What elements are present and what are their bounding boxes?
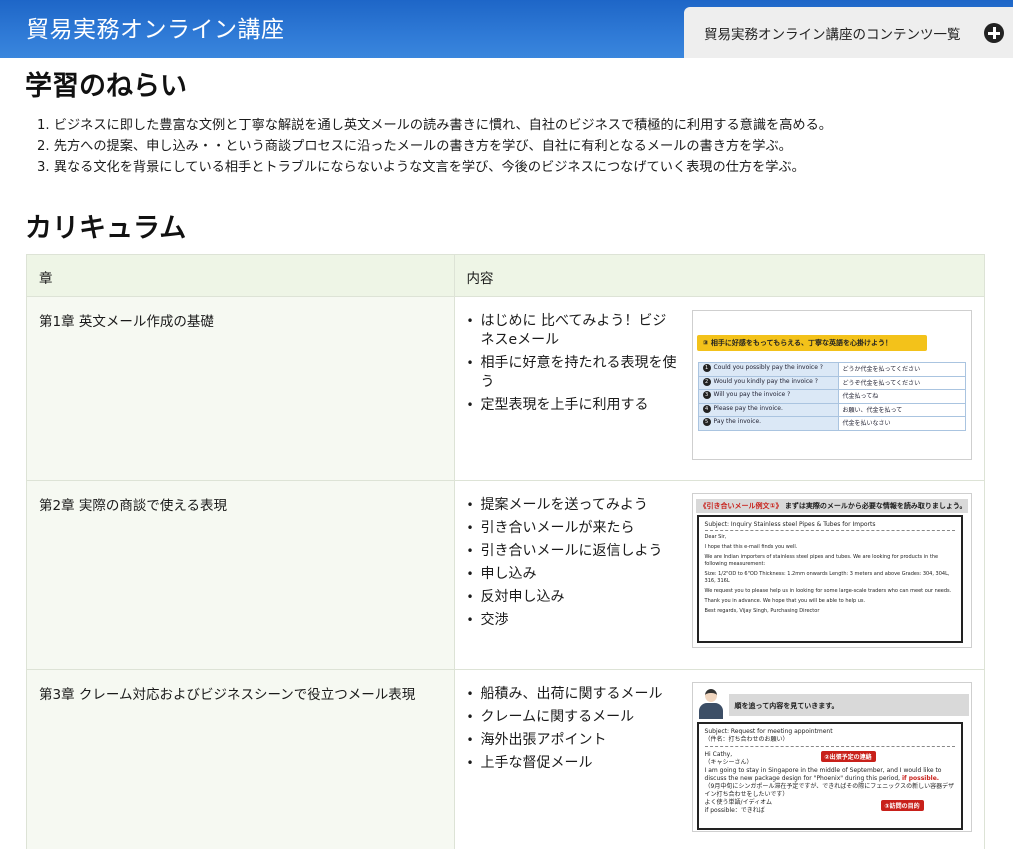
instructor-avatar bbox=[697, 687, 725, 719]
annotation-tag: ②出張予定の連絡 bbox=[820, 751, 876, 762]
chapter-preview-image: ③ 相手に好感をもってもらえる、丁寧な英語を心掛けよう！ 1 Could you … bbox=[691, 310, 972, 460]
preview-row: 2 Would you kindly pay the invoice ? どうぞ代… bbox=[697, 375, 966, 391]
chapter-title: 第2章 実際の商談で使える表現 bbox=[26, 480, 455, 670]
topic-item: 反対申し込み bbox=[467, 588, 679, 607]
phrase-jp: どうか代金を払ってください bbox=[837, 362, 966, 377]
curriculum-heading: カリキュラム bbox=[25, 213, 187, 244]
topic-item: 引き合いメールに返信しよう bbox=[467, 542, 679, 561]
number-badge: 1 bbox=[702, 364, 711, 372]
preview-heading: 順を追って内容を見ていきます。 bbox=[728, 694, 969, 716]
topic-item: クレームに関するメール bbox=[467, 708, 679, 727]
chapter-title: 第1章 英文メール作成の基礎 bbox=[26, 296, 455, 481]
email-line: We are Indian importers of stainless ste… bbox=[704, 554, 939, 567]
number-badge: 3 bbox=[702, 391, 711, 400]
phrase-en: Would you kindly pay the invoice ? bbox=[713, 377, 818, 385]
chapter-preview-image: 《引き合いメール例文①》 まずは実際のメールから必要な情報を読み取りましょう。 … bbox=[691, 493, 972, 648]
topic-item: 引き合いメールが来たら bbox=[467, 519, 679, 538]
aim-item: 1. ビジネスに即した豊富な文例と丁寧な解説を通し英文メールの読み書きに慣れ、自… bbox=[37, 118, 832, 133]
chapter-content: はじめに 比べてみよう！ビジネスeメール 相手に好意を持たれる表現を使う 定型表… bbox=[453, 296, 986, 481]
email-line: We request you to please help us in look… bbox=[704, 588, 952, 594]
email-line: I hope that this e-mail finds you well. bbox=[704, 544, 798, 550]
plus-circle-icon[interactable] bbox=[984, 23, 1004, 43]
topic-item: 上手な督促メール bbox=[467, 754, 679, 773]
preview-heading-text: まずは実際のメールから必要な情報を読み取りましょう。 bbox=[784, 502, 967, 510]
highlight-text: if possible. bbox=[901, 775, 940, 782]
curriculum-table: 章 内容 第1章 英文メール作成の基礎 はじめに 比べてみよう！ビジネスeメール… bbox=[26, 254, 986, 849]
chapter-content: 提案メールを送ってみよう 引き合いメールが来たら 引き合いメールに返信しよう 申… bbox=[453, 480, 986, 670]
email-line: Thank you in advance. We hope that you w… bbox=[704, 598, 866, 604]
topic-list: 船積み、出荷に関するメール クレームに関するメール 海外出張アポイント 上手な督… bbox=[467, 685, 679, 777]
aim-item: 2. 先方への提案、申し込み・・という商談プロセスに沿ったメールの書き方を学び、… bbox=[37, 139, 792, 154]
email-subject-jp: （件名：打ち合わせのお願い） bbox=[704, 736, 789, 743]
preview-phrase-table: 1 Could you possibly pay the invoice ? どう… bbox=[697, 362, 966, 431]
email-line: （9月中旬にシンガポール滞在予定ですが、できればその際にフェニックスの新しい容器… bbox=[704, 783, 955, 798]
preview-heading: 《引き合いメール例文①》 まずは実際のメールから必要な情報を読み取りましょう。 bbox=[695, 499, 968, 513]
email-subject-en: Subject: Request for meeting appointment bbox=[704, 728, 833, 735]
phrase-jp: 代金払ってね bbox=[837, 389, 966, 404]
number-badge: 4 bbox=[702, 404, 711, 413]
chapter-title: 第3章 クレーム対応およびビジネスシーンで役立つメール表現 bbox=[26, 669, 455, 849]
preview-heading-label: 《引き合いメール例文①》 bbox=[699, 502, 783, 510]
aims-list: 1. ビジネスに即した豊富な文例と丁寧な解説を通し英文メールの読み書きに慣れ、自… bbox=[37, 115, 832, 178]
topic-item: 交渉 bbox=[467, 611, 679, 630]
preview-banner: ③ 相手に好感をもってもらえる、丁寧な英語を心掛けよう！ bbox=[696, 335, 927, 351]
phrase-jp: 代金を払いなさい bbox=[837, 416, 966, 431]
topic-item: 相手に好意を持たれる表現を使う bbox=[467, 354, 679, 392]
topic-item: 提案メールを送ってみよう bbox=[467, 496, 679, 515]
phrase-en: Could you possibly pay the invoice ? bbox=[713, 364, 823, 371]
email-line: I am going to stay in Singapore in the m… bbox=[704, 767, 942, 782]
table-row: 第3章 クレーム対応およびビジネスシーンで役立つメール表現 船積み、出荷に関する… bbox=[26, 669, 986, 849]
table-row: 第2章 実際の商談で使える表現 提案メールを送ってみよう 引き合いメールが来たら… bbox=[26, 480, 986, 670]
phrase-en: Please pay the invoice. bbox=[713, 404, 783, 412]
table-row: 第1章 英文メール作成の基礎 はじめに 比べてみよう！ビジネスeメール 相手に好… bbox=[26, 296, 986, 481]
chapter-preview-image: 順を追って内容を見ていきます。 Subject: Request for mee… bbox=[691, 682, 972, 832]
number-badge: 2 bbox=[702, 377, 711, 386]
column-header-chapter: 章 bbox=[26, 254, 455, 297]
phrase-en: Will you pay the invoice ? bbox=[713, 391, 791, 399]
contents-list-tab[interactable]: 貿易実務オンライン講座のコンテンツ一覧 bbox=[684, 7, 1013, 58]
aim-item: 3. 異なる文化を背景にしている相手とトラブルにならないような文言を学び、今後の… bbox=[37, 160, 805, 175]
preview-row: 3 Will you pay the invoice ? 代金払ってね bbox=[697, 389, 966, 404]
preview-row: 4 Please pay the invoice. お願い、代金を払って bbox=[697, 402, 966, 418]
topic-list: はじめに 比べてみよう！ビジネスeメール 相手に好意を持たれる表現を使う 定型表… bbox=[467, 312, 679, 419]
contents-tab-label: 貿易実務オンライン講座のコンテンツ一覧 bbox=[704, 27, 961, 43]
topic-item: 定型表現を上手に利用する bbox=[467, 396, 679, 415]
email-subject: Subject: Request for meeting appointment… bbox=[704, 728, 955, 747]
topic-list: 提案メールを送ってみよう 引き合いメールが来たら 引き合いメールに返信しよう 申… bbox=[467, 496, 679, 634]
preview-row: 1 Could you possibly pay the invoice ? どう… bbox=[697, 362, 966, 377]
email-line: Dear Sir, bbox=[704, 534, 727, 540]
email-line: Size: 1/2"OD to 6"OD Thickness: 1.2mm on… bbox=[704, 571, 950, 584]
email-line: Best regards, Vijay Singh, Purchasing Di… bbox=[704, 608, 820, 614]
topic-item: 海外出張アポイント bbox=[467, 731, 679, 750]
number-badge: 5 bbox=[702, 418, 711, 427]
email-subject: Subject: Inquiry Stainless steel Pipes &… bbox=[704, 521, 955, 531]
phrase-en: Pay the invoice. bbox=[713, 418, 762, 426]
column-header-content: 内容 bbox=[453, 254, 986, 297]
topic-item: 船積み、出荷に関するメール bbox=[467, 685, 679, 704]
annotation-tag: ③訪問の目的 bbox=[880, 800, 924, 811]
phrase-jp: どうぞ代金を払ってください bbox=[837, 375, 966, 391]
preview-email-box: Subject: Inquiry Stainless steel Pipes &… bbox=[696, 515, 963, 643]
preview-email-box: Subject: Request for meeting appointment… bbox=[696, 722, 963, 830]
aims-heading: 学習のねらい bbox=[25, 71, 187, 102]
chapter-content: 船積み、出荷に関するメール クレームに関するメール 海外出張アポイント 上手な督… bbox=[453, 669, 986, 849]
app-title[interactable]: 貿易実務オンライン講座 bbox=[26, 10, 285, 44]
phrase-jp: お願い、代金を払って bbox=[837, 402, 966, 418]
topic-item: はじめに 比べてみよう！ビジネスeメール bbox=[467, 312, 679, 350]
topic-item: 申し込み bbox=[467, 565, 679, 584]
preview-row: 5 Pay the invoice. 代金を払いなさい bbox=[697, 416, 966, 431]
site-header: 貿易実務オンライン講座 貿易実務オンライン講座のコンテンツ一覧 bbox=[0, 0, 1013, 58]
